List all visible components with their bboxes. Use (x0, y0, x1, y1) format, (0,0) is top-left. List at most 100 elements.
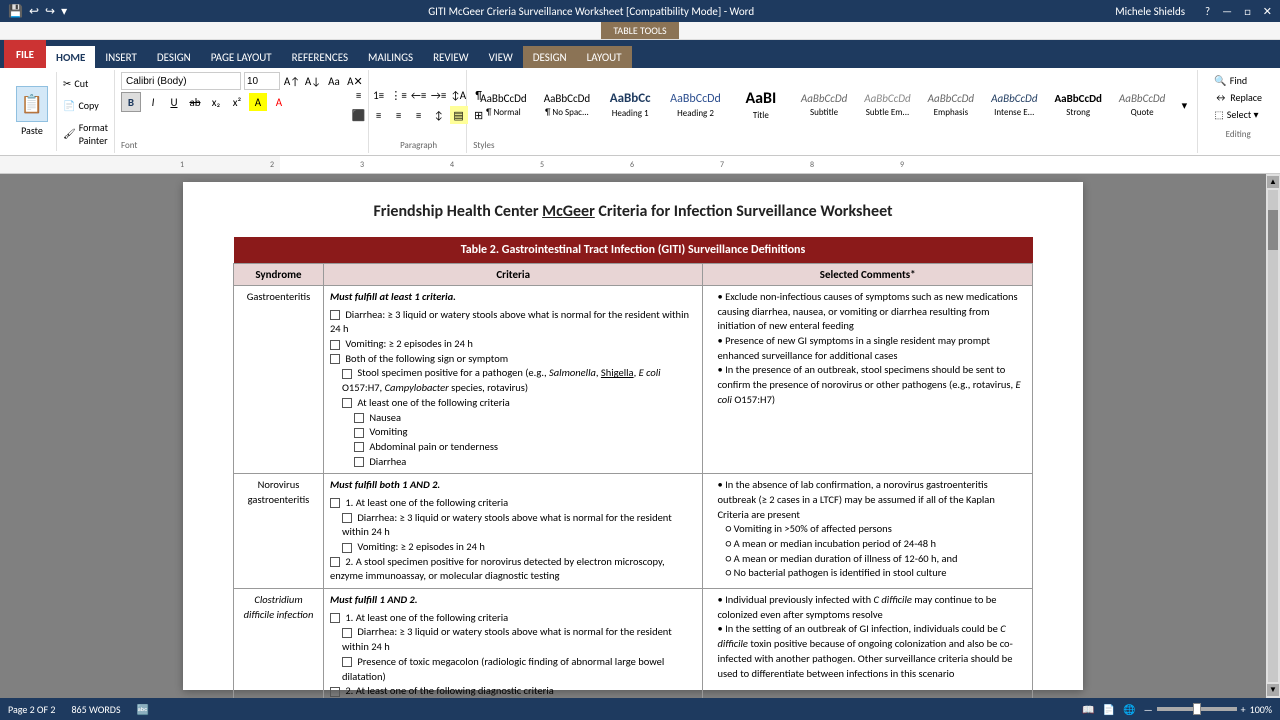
style-strong[interactable]: AaBbCcDd Strong (1047, 74, 1108, 136)
scissors-icon: ✂ (63, 77, 71, 90)
style-normal[interactable]: AaBbCcDd ¶ Normal (473, 74, 533, 136)
align-right-button[interactable]: ≡ (390, 106, 408, 124)
syndrome-gastro: Gastroenteritis (234, 286, 324, 474)
style-heading2-preview: AaBbCcDd (670, 92, 721, 106)
copy-button[interactable]: 📄 Copy (61, 98, 110, 113)
style-quote[interactable]: AaBbCcDd Quote (1112, 74, 1172, 136)
style-heading1-label: Heading 1 (612, 108, 649, 119)
style-heading1[interactable]: AaBbCc Heading 1 (600, 74, 660, 136)
shading-button[interactable]: ▤ (450, 106, 468, 124)
style-title[interactable]: AaBI Title (731, 74, 791, 136)
paste-label: Paste (21, 124, 43, 137)
quick-access-save[interactable]: 💾 (8, 4, 23, 19)
ribbon-tabs[interactable]: FILE HOME INSERT DESIGN PAGE LAYOUT REFE… (0, 40, 1280, 68)
bullets-button[interactable]: ≡ (350, 86, 368, 104)
cdiff-row: Clostridium difficile infection Must ful… (234, 589, 1033, 698)
strikethrough-button[interactable]: ab (186, 93, 204, 111)
style-strong-label: Strong (1066, 107, 1090, 118)
grow-font-button[interactable]: A↑ (283, 72, 301, 90)
styles-more-button[interactable]: ▾ (1175, 96, 1193, 114)
increase-indent-button[interactable]: →≡ (430, 86, 448, 104)
style-subtle[interactable]: AaBbCcDd Subtle Em... (857, 74, 917, 136)
help-icon[interactable]: ? (1205, 5, 1210, 18)
italic-button[interactable]: I (144, 93, 162, 111)
scroll-thumb[interactable] (1268, 210, 1278, 250)
scrollbar[interactable]: ▲ ▼ (1266, 174, 1280, 698)
justify-button[interactable]: ≡ (410, 106, 428, 124)
comments-norovirus: In the absence of lab confirmation, a no… (703, 474, 1033, 589)
text-highlight-button[interactable]: A (249, 93, 267, 111)
title-bar: 💾 ↩ ↪ ▾ GITI McGeer Crieria Surveillance… (0, 0, 1280, 22)
paste-button[interactable]: 📋 Paste (8, 72, 57, 151)
tab-home[interactable]: HOME (46, 46, 95, 68)
multilevel-button[interactable]: ⋮≡ (390, 86, 408, 104)
tab-layout[interactable]: LAYOUT (577, 46, 632, 68)
tab-review[interactable]: REVIEW (423, 46, 479, 68)
tab-view[interactable]: VIEW (479, 46, 523, 68)
zoom-slider[interactable]: — + 100% (1144, 703, 1272, 716)
format-painter-label: Format Painter (79, 121, 108, 147)
shrink-font-button[interactable]: A↓ (304, 72, 322, 90)
tab-insert[interactable]: INSERT (95, 46, 147, 68)
font-color-button[interactable]: A (270, 93, 288, 111)
font-name-input[interactable] (121, 72, 241, 90)
col-comments: Selected Comments* (703, 264, 1033, 286)
language-indicator: 🔤 (137, 703, 149, 716)
window-controls[interactable]: Michele Shields ? — □ ✕ (1115, 5, 1272, 18)
change-case-button[interactable]: Aa (325, 72, 343, 90)
styles-row: AaBbCcDd ¶ Normal AaBbCcDd ¶ No Spac... … (473, 72, 1193, 138)
quick-access-undo[interactable]: ↩ (29, 4, 39, 19)
zoom-bar[interactable] (1157, 707, 1237, 711)
zoom-level: 100% (1250, 703, 1272, 716)
style-nospace-preview: AaBbCcDd (544, 92, 590, 105)
tab-design[interactable]: DESIGN (147, 46, 201, 68)
read-mode-button[interactable]: 📖 (1082, 703, 1094, 716)
bold-button[interactable]: B (121, 92, 141, 112)
print-layout-button[interactable]: 📄 (1103, 703, 1115, 716)
decrease-indent-button[interactable]: ←≡ (410, 86, 428, 104)
underline-button[interactable]: U (165, 93, 183, 111)
font-size-input[interactable] (244, 72, 280, 90)
format-painter-button[interactable]: 🖌 Format Painter (61, 120, 110, 148)
tab-design2[interactable]: DESIGN (523, 46, 577, 68)
tab-references[interactable]: REFERENCES (282, 46, 358, 68)
web-layout-button[interactable]: 🌐 (1123, 703, 1135, 716)
style-subtle-preview: AaBbCcDd (864, 92, 910, 105)
style-nospace[interactable]: AaBbCcDd ¶ No Spac... (537, 74, 597, 136)
align-left-button[interactable]: ⬛ (350, 106, 368, 124)
line-spacing-button[interactable]: ↕ (430, 106, 448, 124)
style-emphasis-label: Emphasis (934, 107, 968, 118)
style-heading2[interactable]: AaBbCcDd Heading 2 (663, 74, 728, 136)
style-subtitle[interactable]: AaBbCcDd Subtitle (794, 74, 854, 136)
font-group: A↑ A↓ Aa A✕ B I U ab x₂ x² A A Font (117, 70, 369, 153)
criteria-gastro: Must fulfill at least 1 criteria. Diarrh… (323, 286, 702, 474)
find-button[interactable]: 🔍 Find (1208, 72, 1268, 89)
quick-access-redo[interactable]: ↪ (45, 4, 55, 19)
zoom-handle[interactable] (1193, 703, 1201, 715)
tab-pagelayout[interactable]: PAGE LAYOUT (201, 46, 282, 68)
scroll-down[interactable]: ▼ (1267, 684, 1279, 696)
subscript-button[interactable]: x₂ (207, 93, 225, 111)
paste-icon: 📋 (16, 86, 48, 122)
sort-button[interactable]: ↕A (450, 86, 468, 104)
scroll-track[interactable] (1268, 190, 1278, 682)
zoom-in-icon[interactable]: + (1241, 703, 1246, 716)
style-emphasis[interactable]: AaBbCcDd Emphasis (921, 74, 981, 136)
tab-mailings[interactable]: MAILINGS (358, 46, 423, 68)
style-intense[interactable]: AaBbCcDd Intense E... (984, 74, 1044, 136)
replace-button[interactable]: ↔ Replace (1208, 89, 1268, 106)
style-quote-label: Quote (1131, 107, 1154, 118)
select-button[interactable]: ⬚ Select ▾ (1208, 106, 1268, 123)
zoom-out-icon[interactable]: — (1144, 703, 1153, 716)
close-button[interactable]: ✕ (1263, 5, 1272, 18)
title-bar-controls-left[interactable]: 💾 ↩ ↪ ▾ (8, 4, 67, 19)
superscript-button[interactable]: x² (228, 93, 246, 111)
scroll-up[interactable]: ▲ (1267, 176, 1279, 188)
minimize-button[interactable]: — (1222, 5, 1232, 18)
paragraph-content: ≡ 1≡ ⋮≡ ←≡ →≡ ↕A ¶ ⬛ ≡ ≡ ≡ ↕ ▤ ⊞ (350, 72, 488, 138)
tab-file[interactable]: FILE (4, 40, 46, 68)
align-center-button[interactable]: ≡ (370, 106, 388, 124)
numbering-button[interactable]: 1≡ (370, 86, 388, 104)
cut-button[interactable]: ✂ Cut (61, 76, 110, 91)
maximize-button[interactable]: □ (1244, 5, 1251, 18)
